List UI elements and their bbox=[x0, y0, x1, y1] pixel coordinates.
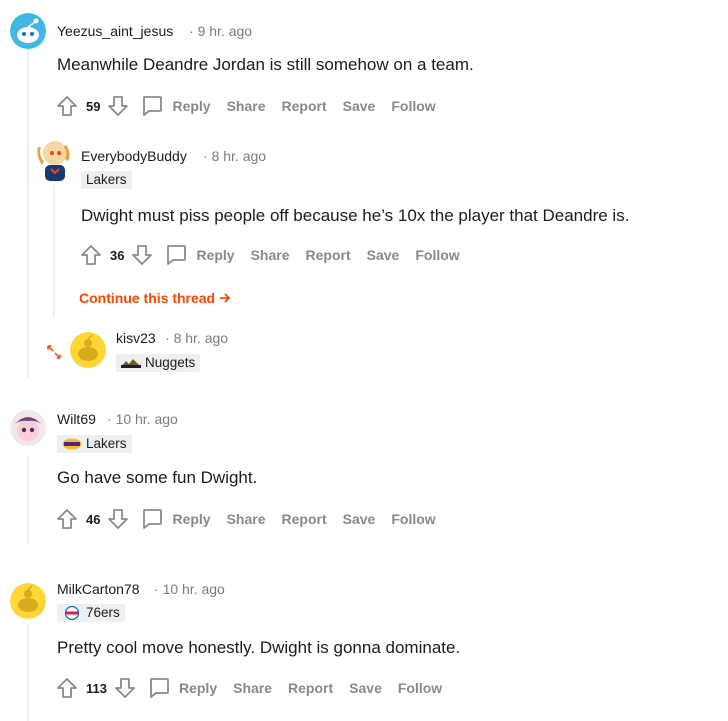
follow-button[interactable]: Follow bbox=[415, 247, 459, 263]
reply-button[interactable]: Reply bbox=[140, 94, 211, 118]
comment-actions: 59 Reply Share Report Save Follow bbox=[55, 94, 436, 118]
reply-button[interactable]: Reply bbox=[164, 243, 235, 267]
comment-body: Meanwhile Deandre Jordan is still someho… bbox=[57, 55, 474, 74]
follow-button[interactable]: Follow bbox=[391, 98, 435, 114]
user-flair: Nuggets bbox=[116, 354, 201, 372]
follow-button[interactable]: Follow bbox=[398, 680, 442, 696]
comment-bubble-icon bbox=[143, 509, 163, 529]
downvote-icon[interactable] bbox=[106, 94, 130, 118]
comment-actions: 36 Reply Share Report Save Follow bbox=[79, 243, 460, 267]
lakers-logo-icon bbox=[62, 438, 82, 450]
report-button[interactable]: Report bbox=[282, 511, 327, 527]
nuggets-logo-icon bbox=[121, 359, 141, 368]
arrow-right-icon bbox=[220, 293, 231, 303]
comment-body: Dwight must piss people off because he’s… bbox=[81, 206, 630, 225]
vote-score: 46 bbox=[86, 511, 101, 527]
report-button[interactable]: Report bbox=[306, 247, 351, 263]
timestamp[interactable]: · 8 hr. ago bbox=[203, 148, 266, 164]
vote-score: 36 bbox=[110, 247, 125, 263]
share-button[interactable]: Share bbox=[227, 511, 266, 527]
comment-bubble-icon bbox=[150, 678, 169, 698]
expand-thread-button[interactable] bbox=[45, 343, 63, 361]
save-button[interactable]: Save bbox=[343, 511, 376, 527]
comment-actions: 46 Reply Share Report Save Follow bbox=[55, 507, 436, 531]
comment-body: Go have some fun Dwight. bbox=[57, 468, 258, 487]
reply-label: Reply bbox=[178, 680, 218, 696]
upvote-icon[interactable] bbox=[55, 94, 79, 118]
username[interactable]: EverybodyBuddy bbox=[81, 148, 187, 164]
downvote-icon[interactable] bbox=[106, 507, 130, 531]
vote-score: 113 bbox=[86, 680, 107, 696]
continue-thread-link[interactable]: Continue this thread bbox=[79, 290, 231, 306]
thread-line[interactable] bbox=[27, 455, 29, 545]
comment-bubble-icon bbox=[167, 245, 187, 265]
share-button[interactable]: Share bbox=[251, 247, 290, 263]
downvote-icon[interactable] bbox=[130, 243, 154, 267]
avatar[interactable] bbox=[10, 13, 46, 49]
share-button[interactable]: Share bbox=[227, 98, 266, 114]
save-button[interactable]: Save bbox=[367, 247, 400, 263]
user-flair: Lakers bbox=[81, 171, 132, 189]
user-flair: 76ers bbox=[57, 604, 125, 622]
report-button[interactable]: Report bbox=[282, 98, 327, 114]
upvote-icon[interactable] bbox=[55, 676, 79, 700]
reply-button[interactable]: Reply bbox=[140, 507, 211, 531]
follow-button[interactable]: Follow bbox=[391, 511, 435, 527]
comment-actions: 113 Reply Share Report Save Follow bbox=[55, 676, 442, 700]
avatar[interactable] bbox=[10, 583, 46, 619]
username[interactable]: Yeezus_aint_jesus bbox=[57, 23, 173, 39]
report-button[interactable]: Report bbox=[288, 680, 333, 696]
vote-score: 59 bbox=[86, 98, 101, 114]
timestamp[interactable]: · 10 hr. ago bbox=[154, 581, 225, 597]
upvote-icon[interactable] bbox=[79, 243, 103, 267]
thread-line[interactable] bbox=[27, 624, 29, 721]
username[interactable]: MilkCarton78 bbox=[57, 581, 139, 597]
downvote-icon[interactable] bbox=[113, 676, 137, 700]
share-button[interactable]: Share bbox=[233, 680, 272, 696]
user-flair: Lakers bbox=[57, 435, 132, 453]
username[interactable]: kisv23 bbox=[116, 330, 156, 346]
avatar[interactable] bbox=[32, 137, 74, 185]
expand-icon bbox=[47, 345, 61, 359]
thread-line[interactable] bbox=[53, 185, 55, 317]
reply-label: Reply bbox=[196, 247, 235, 263]
timestamp[interactable]: · 8 hr. ago bbox=[165, 330, 228, 346]
username[interactable]: Wilt69 bbox=[57, 411, 96, 427]
save-button[interactable]: Save bbox=[349, 680, 382, 696]
sixers-logo-icon bbox=[64, 606, 80, 620]
save-button[interactable]: Save bbox=[343, 98, 376, 114]
reply-button[interactable]: Reply bbox=[147, 676, 217, 700]
timestamp[interactable]: · 10 hr. ago bbox=[107, 411, 178, 427]
timestamp[interactable]: · 9 hr. ago bbox=[189, 23, 252, 39]
reply-label: Reply bbox=[172, 98, 211, 114]
comment-body: Pretty cool move honestly. Dwight is gon… bbox=[57, 638, 461, 657]
thread-line[interactable] bbox=[27, 48, 29, 378]
reply-label: Reply bbox=[172, 511, 211, 527]
avatar[interactable] bbox=[70, 332, 106, 368]
avatar[interactable] bbox=[10, 410, 46, 446]
upvote-icon[interactable] bbox=[55, 507, 79, 531]
comment-bubble-icon bbox=[143, 96, 163, 116]
